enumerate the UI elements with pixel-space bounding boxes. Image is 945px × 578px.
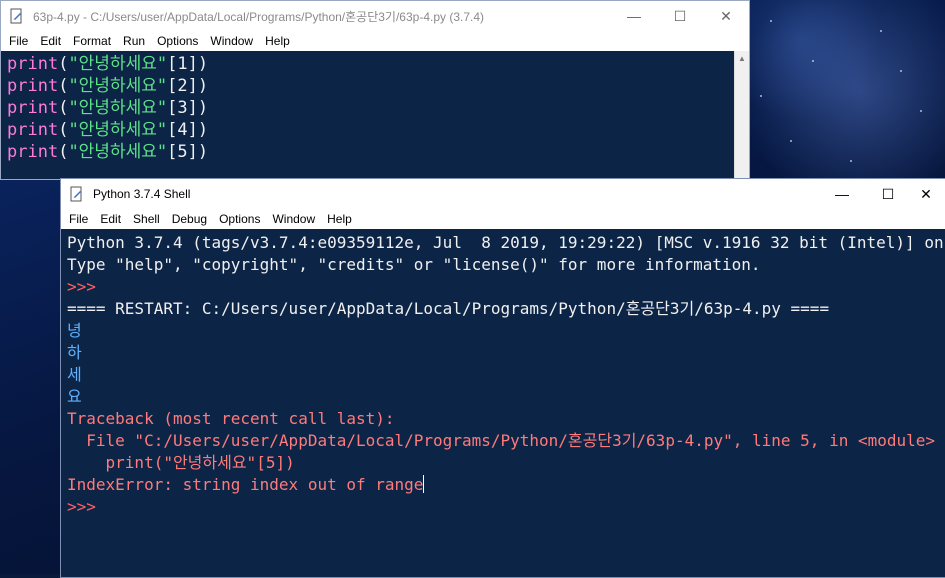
menu-edit[interactable]: Edit xyxy=(34,31,67,51)
menu-file[interactable]: File xyxy=(63,209,94,229)
editor-menubar: File Edit Format Run Options Window Help xyxy=(1,31,749,51)
code-line: print("안녕하세요"[5]) xyxy=(7,141,737,163)
code-paren: ) xyxy=(197,54,209,74)
menu-debug[interactable]: Debug xyxy=(166,209,213,229)
code-line: print("안녕하세요"[4]) xyxy=(7,119,737,141)
output-line: 요 xyxy=(67,387,82,406)
minimize-icon: — xyxy=(627,8,641,24)
close-icon: ✕ xyxy=(720,7,732,24)
code-paren: ( xyxy=(58,120,69,140)
output-line: 녕 xyxy=(67,321,82,340)
code-paren: ) xyxy=(197,76,209,96)
menu-shell[interactable]: Shell xyxy=(127,209,166,229)
code-string: "안녕하세요" xyxy=(68,76,168,96)
editor-titlebar[interactable]: 63p-4.py - C:/Users/user/AppData/Local/P… xyxy=(1,1,749,31)
shell-titlebar[interactable]: Python 3.7.4 Shell — ☐ ✕ xyxy=(61,179,945,209)
minimize-button[interactable]: — xyxy=(819,179,865,209)
shell-menubar: File Edit Shell Debug Options Window Hel… xyxy=(61,209,945,229)
code-editor[interactable]: print("안녕하세요"[1]) print("안녕하세요"[2]) prin… xyxy=(1,51,737,179)
close-icon: ✕ xyxy=(920,185,932,202)
code-index: [4] xyxy=(167,120,198,140)
text-cursor xyxy=(423,475,425,493)
traceback-code: print("안녕하세요"[5]) xyxy=(67,453,295,472)
menu-file[interactable]: File xyxy=(3,31,34,51)
banner-line: Type "help", "copyright", "credits" or "… xyxy=(67,255,761,274)
code-paren: ( xyxy=(58,142,69,162)
menu-window[interactable]: Window xyxy=(266,209,321,229)
editor-scrollbar[interactable]: ▲ xyxy=(734,51,749,179)
code-line: print("안녕하세요"[3]) xyxy=(7,97,737,119)
menu-help[interactable]: Help xyxy=(321,209,358,229)
shell-console[interactable]: Python 3.7.4 (tags/v3.7.4:e09359112e, Ju… xyxy=(61,229,945,577)
code-paren: ( xyxy=(58,98,69,118)
python-icon xyxy=(70,186,82,202)
code-keyword: print xyxy=(7,120,59,140)
close-button[interactable]: ✕ xyxy=(911,179,941,209)
code-index: [3] xyxy=(167,98,198,118)
close-button[interactable]: ✕ xyxy=(703,1,749,31)
code-paren: ( xyxy=(58,76,69,96)
code-paren: ( xyxy=(58,54,69,74)
code-keyword: print xyxy=(7,98,59,118)
code-index: [2] xyxy=(167,76,198,96)
maximize-button[interactable]: ☐ xyxy=(865,179,911,209)
shell-window[interactable]: Python 3.7.4 Shell — ☐ ✕ File Edit Shell… xyxy=(60,178,945,578)
minimize-icon: — xyxy=(835,186,849,202)
error-message: IndexError: string index out of range xyxy=(67,475,424,494)
code-string: "안녕하세요" xyxy=(68,142,168,162)
shell-prompt-final: >>> xyxy=(67,497,96,516)
code-index: [5] xyxy=(167,142,198,162)
shell-prompt: >>> xyxy=(67,277,96,296)
menu-options[interactable]: Options xyxy=(151,31,204,51)
code-string: "안녕하세요" xyxy=(68,120,168,140)
traceback-header: Traceback (most recent call last): xyxy=(67,409,395,428)
editor-title: 63p-4.py - C:/Users/user/AppData/Local/P… xyxy=(33,9,485,24)
idle-file-icon xyxy=(10,8,22,24)
banner-line: Python 3.7.4 (tags/v3.7.4:e09359112e, Ju… xyxy=(67,233,945,252)
shell-title: Python 3.7.4 Shell xyxy=(93,187,191,201)
menu-run[interactable]: Run xyxy=(117,31,151,51)
restart-line: ==== RESTART: C:/Users/user/AppData/Loca… xyxy=(67,299,830,318)
editor-window[interactable]: 63p-4.py - C:/Users/user/AppData/Local/P… xyxy=(0,0,750,180)
code-line: print("안녕하세요"[2]) xyxy=(7,75,737,97)
output-line: 하 xyxy=(67,343,82,362)
menu-help[interactable]: Help xyxy=(259,31,296,51)
maximize-button[interactable]: ☐ xyxy=(657,1,703,31)
minimize-button[interactable]: — xyxy=(611,1,657,31)
code-keyword: print xyxy=(7,142,59,162)
maximize-icon: ☐ xyxy=(881,185,895,202)
maximize-icon: ☐ xyxy=(673,7,687,24)
code-paren: ) xyxy=(197,120,209,140)
code-string: "안녕하세요" xyxy=(68,98,168,118)
menu-format[interactable]: Format xyxy=(67,31,117,51)
menu-window[interactable]: Window xyxy=(204,31,259,51)
code-paren: ) xyxy=(197,142,209,162)
menu-options[interactable]: Options xyxy=(213,209,266,229)
code-keyword: print xyxy=(7,54,59,74)
code-index: [1] xyxy=(167,54,198,74)
code-string: "안녕하세요" xyxy=(68,54,168,74)
menu-edit[interactable]: Edit xyxy=(94,209,127,229)
scroll-up-icon[interactable]: ▲ xyxy=(735,51,749,67)
output-line: 세 xyxy=(67,365,82,384)
code-line: print("안녕하세요"[1]) xyxy=(7,53,737,75)
code-keyword: print xyxy=(7,76,59,96)
code-paren: ) xyxy=(197,98,209,118)
error-message-line: IndexError: string index out of range xyxy=(67,474,945,496)
traceback-file: File "C:/Users/user/AppData/Local/Progra… xyxy=(67,431,936,450)
